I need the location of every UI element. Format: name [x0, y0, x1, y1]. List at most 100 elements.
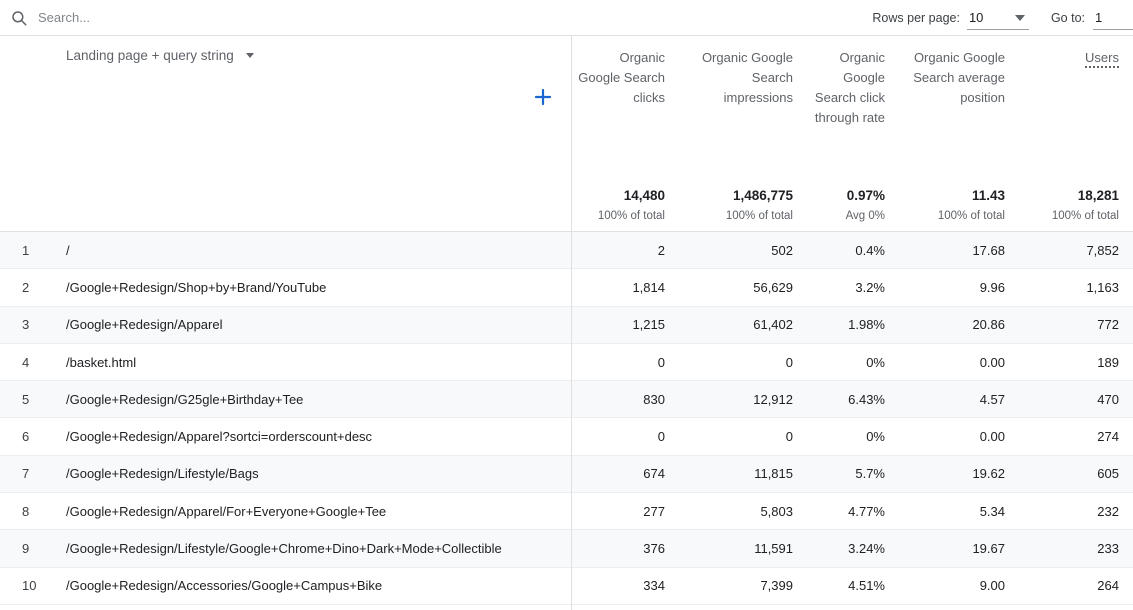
- cell-ctr: 0.4%: [807, 243, 899, 258]
- cell-users: 264: [1019, 578, 1133, 593]
- cell-users: 7,852: [1019, 243, 1133, 258]
- rows-per-page-select[interactable]: 10: [967, 6, 1029, 30]
- row-index: 8: [0, 504, 66, 519]
- cell-ctr: 3.2%: [807, 280, 899, 295]
- cell-average-position: 9.96: [899, 280, 1019, 295]
- metric-header-label: Organic Google Search clicks: [575, 48, 665, 108]
- cell-average-position: 0.00: [899, 355, 1019, 370]
- cell-average-position: 0.00: [899, 429, 1019, 444]
- cell-impressions: 5,803: [679, 504, 807, 519]
- row-index: 6: [0, 429, 66, 444]
- metric-header-label: Organic Google Search impressions: [683, 48, 793, 108]
- report-table: Landing page + query string Organic Goog…: [0, 36, 1133, 605]
- metric-column-ctr[interactable]: Organic Google Search click through rate…: [807, 36, 899, 232]
- cell-landing-page[interactable]: /Google+Redesign/Lifestyle/Google+Chrome…: [66, 541, 571, 556]
- goto-page-input[interactable]: [1093, 6, 1133, 30]
- cell-impressions: 0: [679, 429, 807, 444]
- goto-label: Go to:: [1051, 11, 1085, 25]
- cell-ctr: 1.98%: [807, 317, 899, 332]
- cell-impressions: 0: [679, 355, 807, 370]
- cell-landing-page[interactable]: /Google+Redesign/Lifestyle/Bags: [66, 466, 571, 481]
- add-dimension-button[interactable]: [531, 85, 555, 109]
- cell-impressions: 11,591: [679, 541, 807, 556]
- table-row[interactable]: 1/25020.4%17.687,852: [0, 232, 1133, 269]
- search-input[interactable]: [38, 10, 338, 25]
- pagination-controls: Rows per page: 10 Go to:: [872, 0, 1133, 35]
- chevron-down-icon: [246, 53, 254, 58]
- chevron-down-icon: [1015, 15, 1025, 21]
- metric-total: 14,480: [624, 188, 665, 203]
- table-row[interactable]: 7/Google+Redesign/Lifestyle/Bags67411,81…: [0, 456, 1133, 493]
- metric-total: 1,486,775: [733, 188, 793, 203]
- row-index: 10: [0, 578, 66, 593]
- metric-total: 11.43: [972, 188, 1005, 203]
- cell-ctr: 0%: [807, 429, 899, 444]
- cell-clicks: 0: [571, 429, 679, 444]
- metric-column-impressions[interactable]: Organic Google Search impressions 1,486,…: [679, 36, 807, 232]
- table-row[interactable]: 3/Google+Redesign/Apparel1,21561,4021.98…: [0, 307, 1133, 344]
- cell-clicks: 1,814: [571, 280, 679, 295]
- cell-average-position: 4.57: [899, 392, 1019, 407]
- row-index: 3: [0, 317, 66, 332]
- goto-page-area: Go to:: [1051, 6, 1133, 30]
- cell-landing-page[interactable]: /: [66, 243, 571, 258]
- cell-users: 274: [1019, 429, 1133, 444]
- cell-ctr: 3.24%: [807, 541, 899, 556]
- metric-subtotal: 100% of total: [598, 210, 665, 222]
- rows-per-page-label: Rows per page:: [872, 11, 960, 25]
- metric-headers: Organic Google Search clicks 14,480 100%…: [571, 36, 1133, 232]
- cell-impressions: 12,912: [679, 392, 807, 407]
- dimension-header: Landing page + query string: [0, 36, 571, 232]
- table-toolbar: Rows per page: 10 Go to:: [0, 0, 1133, 36]
- column-divider: [571, 36, 572, 610]
- table-row[interactable]: 5/Google+Redesign/G25gle+Birthday+Tee830…: [0, 381, 1133, 418]
- row-index: 4: [0, 355, 66, 370]
- dimension-label: Landing page + query string: [66, 48, 234, 63]
- sort-active-label: Users: [1085, 50, 1119, 68]
- cell-impressions: 61,402: [679, 317, 807, 332]
- metric-column-users[interactable]: Users 18,281 100% of total: [1019, 36, 1133, 232]
- row-index: 7: [0, 466, 66, 481]
- row-index: 1: [0, 243, 66, 258]
- cell-users: 605: [1019, 466, 1133, 481]
- cell-landing-page[interactable]: /Google+Redesign/Apparel?sortci=ordersco…: [66, 429, 571, 444]
- table-row[interactable]: 8/Google+Redesign/Apparel/For+Everyone+G…: [0, 493, 1133, 530]
- row-index: 9: [0, 541, 66, 556]
- cell-ctr: 4.51%: [807, 578, 899, 593]
- cell-landing-page[interactable]: /Google+Redesign/Apparel: [66, 317, 571, 332]
- cell-landing-page[interactable]: /basket.html: [66, 355, 571, 370]
- metric-subtotal: Avg 0%: [846, 210, 885, 222]
- table-row[interactable]: 9/Google+Redesign/Lifestyle/Google+Chrom…: [0, 530, 1133, 567]
- cell-landing-page[interactable]: /Google+Redesign/Accessories/Google+Camp…: [66, 578, 571, 593]
- table-row[interactable]: 2/Google+Redesign/Shop+by+Brand/YouTube1…: [0, 269, 1133, 306]
- dimension-selector[interactable]: Landing page + query string: [66, 48, 254, 63]
- rows-per-page-value: 10: [967, 10, 983, 25]
- metric-total: 18,281: [1078, 188, 1119, 203]
- metric-column-average-position[interactable]: Organic Google Search average position 1…: [899, 36, 1019, 232]
- cell-impressions: 11,815: [679, 466, 807, 481]
- table-row[interactable]: 10/Google+Redesign/Accessories/Google+Ca…: [0, 568, 1133, 605]
- cell-landing-page[interactable]: /Google+Redesign/G25gle+Birthday+Tee: [66, 392, 571, 407]
- cell-average-position: 17.68: [899, 243, 1019, 258]
- cell-users: 189: [1019, 355, 1133, 370]
- cell-clicks: 277: [571, 504, 679, 519]
- cell-average-position: 5.34: [899, 504, 1019, 519]
- metric-header-label: Users: [1023, 48, 1119, 68]
- table-row[interactable]: 6/Google+Redesign/Apparel?sortci=ordersc…: [0, 418, 1133, 455]
- cell-average-position: 9.00: [899, 578, 1019, 593]
- metric-total: 0.97%: [847, 188, 885, 203]
- cell-clicks: 674: [571, 466, 679, 481]
- cell-landing-page[interactable]: /Google+Redesign/Apparel/For+Everyone+Go…: [66, 504, 571, 519]
- cell-ctr: 5.7%: [807, 466, 899, 481]
- table-row[interactable]: 4/basket.html000%0.00189: [0, 344, 1133, 381]
- metric-column-clicks[interactable]: Organic Google Search clicks 14,480 100%…: [571, 36, 679, 232]
- metric-subtotal: 100% of total: [726, 210, 793, 222]
- cell-average-position: 20.86: [899, 317, 1019, 332]
- cell-clicks: 0: [571, 355, 679, 370]
- cell-users: 772: [1019, 317, 1133, 332]
- cell-ctr: 0%: [807, 355, 899, 370]
- cell-landing-page[interactable]: /Google+Redesign/Shop+by+Brand/YouTube: [66, 280, 571, 295]
- cell-users: 233: [1019, 541, 1133, 556]
- cell-clicks: 2: [571, 243, 679, 258]
- cell-users: 470: [1019, 392, 1133, 407]
